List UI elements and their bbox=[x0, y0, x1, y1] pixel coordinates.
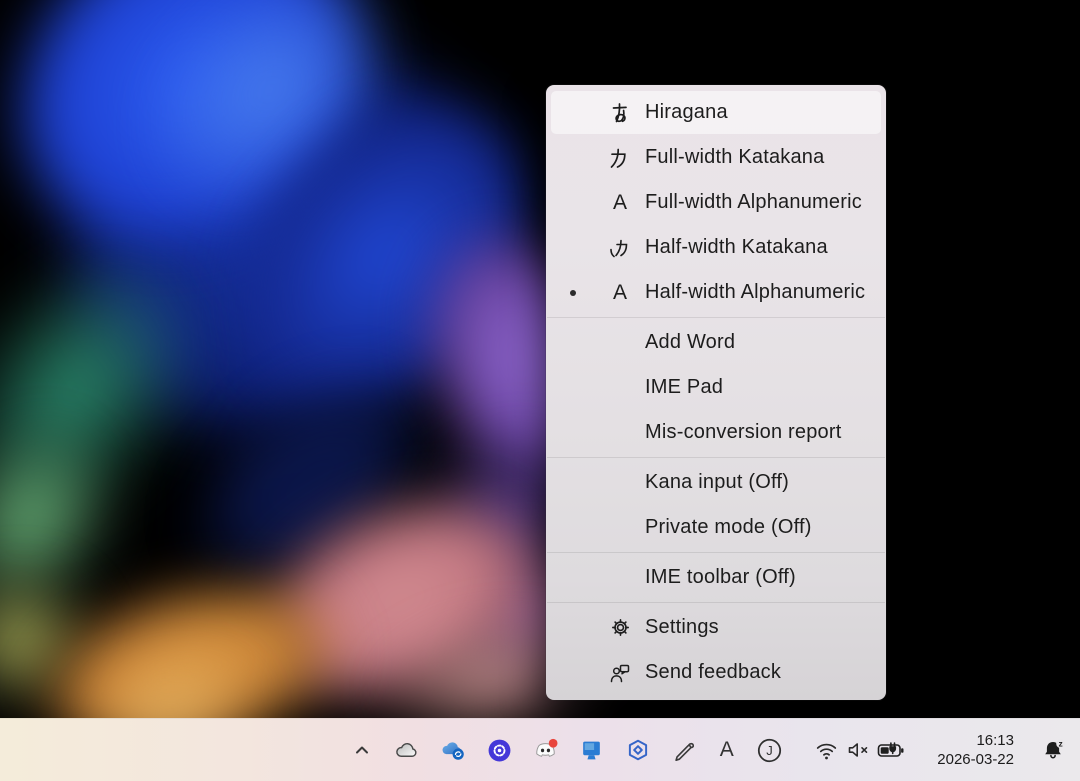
menu-item-hiragana[interactable]: Hiragana bbox=[546, 90, 886, 135]
wifi-button[interactable] bbox=[813, 729, 840, 771]
menu-item-label: Half-width Katakana bbox=[645, 236, 828, 259]
hiragana-a-icon bbox=[606, 101, 634, 125]
app-spinner-circle-icon bbox=[487, 738, 512, 763]
tray-remote-display-button[interactable] bbox=[575, 729, 608, 771]
menu-item-send-feedback[interactable]: Send feedback bbox=[546, 650, 886, 695]
menu-item-label: Private mode (Off) bbox=[645, 516, 812, 539]
selected-mode-bullet bbox=[570, 290, 576, 296]
volume-button[interactable] bbox=[844, 729, 871, 771]
battery-button[interactable] bbox=[875, 729, 908, 771]
j-circle-icon: J bbox=[756, 737, 783, 764]
menu-item-label: Half-width Alphanumeric bbox=[645, 281, 865, 304]
tray-app-spinner-button[interactable] bbox=[483, 729, 516, 771]
menu-item-label: Mis-conversion report bbox=[645, 421, 842, 444]
menu-item-label: Send feedback bbox=[645, 661, 781, 684]
clock-time: 16:13 bbox=[937, 731, 1014, 750]
dev-cube-icon bbox=[625, 737, 651, 763]
clock-date: 2026-03-22 bbox=[937, 750, 1014, 769]
menu-item-kana-input[interactable]: Kana input (Off) bbox=[546, 460, 886, 505]
taskbar-clock[interactable]: 16:13 2026-03-22 bbox=[937, 731, 1014, 769]
menu-separator bbox=[547, 602, 885, 603]
cloud-sync-icon bbox=[440, 739, 467, 761]
gear-icon bbox=[606, 616, 634, 639]
menu-item-label: Kana input (Off) bbox=[645, 471, 789, 494]
taskbar: A J bbox=[0, 718, 1080, 781]
tray-discord-button[interactable] bbox=[529, 729, 562, 771]
katakana-ka-icon bbox=[606, 146, 634, 170]
ime-context-menu: Hiragana Full-width Katakana A Full-widt… bbox=[546, 85, 886, 700]
menu-item-fullwidth-katakana[interactable]: Full-width Katakana bbox=[546, 135, 886, 180]
onedrive-cloud-icon bbox=[394, 740, 421, 761]
system-tray: A J bbox=[345, 729, 1070, 771]
feedback-icon bbox=[606, 661, 634, 685]
tray-language-badge[interactable]: J bbox=[753, 729, 786, 771]
half-katakana-ka-icon bbox=[606, 236, 634, 260]
tray-show-hidden-icons-button[interactable] bbox=[345, 729, 378, 771]
wifi-icon bbox=[814, 739, 839, 761]
bell-do-not-disturb-icon: z bbox=[1040, 737, 1068, 763]
menu-item-ime-pad[interactable]: IME Pad bbox=[546, 365, 886, 410]
desktop-screen: Hiragana Full-width Katakana A Full-widt… bbox=[0, 0, 1080, 781]
tray-cloud-sync-button[interactable] bbox=[437, 729, 470, 771]
pen-icon bbox=[671, 737, 697, 763]
menu-item-label: Full-width Alphanumeric bbox=[645, 191, 862, 214]
menu-item-add-word[interactable]: Add Word bbox=[546, 320, 886, 365]
menu-item-halfwidth-alphanumeric[interactable]: A Half-width Alphanumeric bbox=[546, 270, 886, 315]
menu-item-label: IME toolbar (Off) bbox=[645, 566, 796, 589]
tray-dev-cube-button[interactable] bbox=[621, 729, 654, 771]
ime-mode-letter: A bbox=[720, 738, 734, 762]
volume-muted-icon bbox=[845, 739, 871, 761]
menu-item-ime-toolbar[interactable]: IME toolbar (Off) bbox=[546, 555, 886, 600]
menu-item-label: Hiragana bbox=[645, 101, 728, 124]
desktop-wallpaper bbox=[0, 0, 1080, 781]
latin-a-icon: A bbox=[606, 282, 634, 303]
remote-display-icon bbox=[579, 738, 604, 762]
tray-pen-button[interactable] bbox=[667, 729, 700, 771]
menu-item-label: Full-width Katakana bbox=[645, 146, 824, 169]
tray-status-group[interactable] bbox=[813, 729, 908, 771]
battery-charging-icon bbox=[876, 740, 907, 760]
menu-item-label: Settings bbox=[645, 616, 719, 639]
menu-item-settings[interactable]: Settings bbox=[546, 605, 886, 650]
latin-a-icon: A bbox=[606, 192, 634, 213]
notification-center-button[interactable]: z bbox=[1037, 729, 1070, 771]
menu-item-label: IME Pad bbox=[645, 376, 723, 399]
menu-item-label: Add Word bbox=[645, 331, 735, 354]
chevron-up-icon bbox=[352, 740, 372, 760]
svg-text:J: J bbox=[767, 743, 773, 758]
menu-item-fullwidth-alphanumeric[interactable]: A Full-width Alphanumeric bbox=[546, 180, 886, 225]
menu-item-misconversion-report[interactable]: Mis-conversion report bbox=[546, 410, 886, 455]
tray-onedrive-button[interactable] bbox=[391, 729, 424, 771]
discord-icon bbox=[532, 738, 559, 762]
svg-text:z: z bbox=[1058, 739, 1062, 749]
menu-separator bbox=[547, 552, 885, 553]
menu-item-halfwidth-katakana[interactable]: Half-width Katakana bbox=[546, 225, 886, 270]
menu-separator bbox=[547, 457, 885, 458]
menu-separator bbox=[547, 317, 885, 318]
menu-item-private-mode[interactable]: Private mode (Off) bbox=[546, 505, 886, 550]
tray-ime-mode-indicator[interactable]: A bbox=[713, 729, 740, 771]
